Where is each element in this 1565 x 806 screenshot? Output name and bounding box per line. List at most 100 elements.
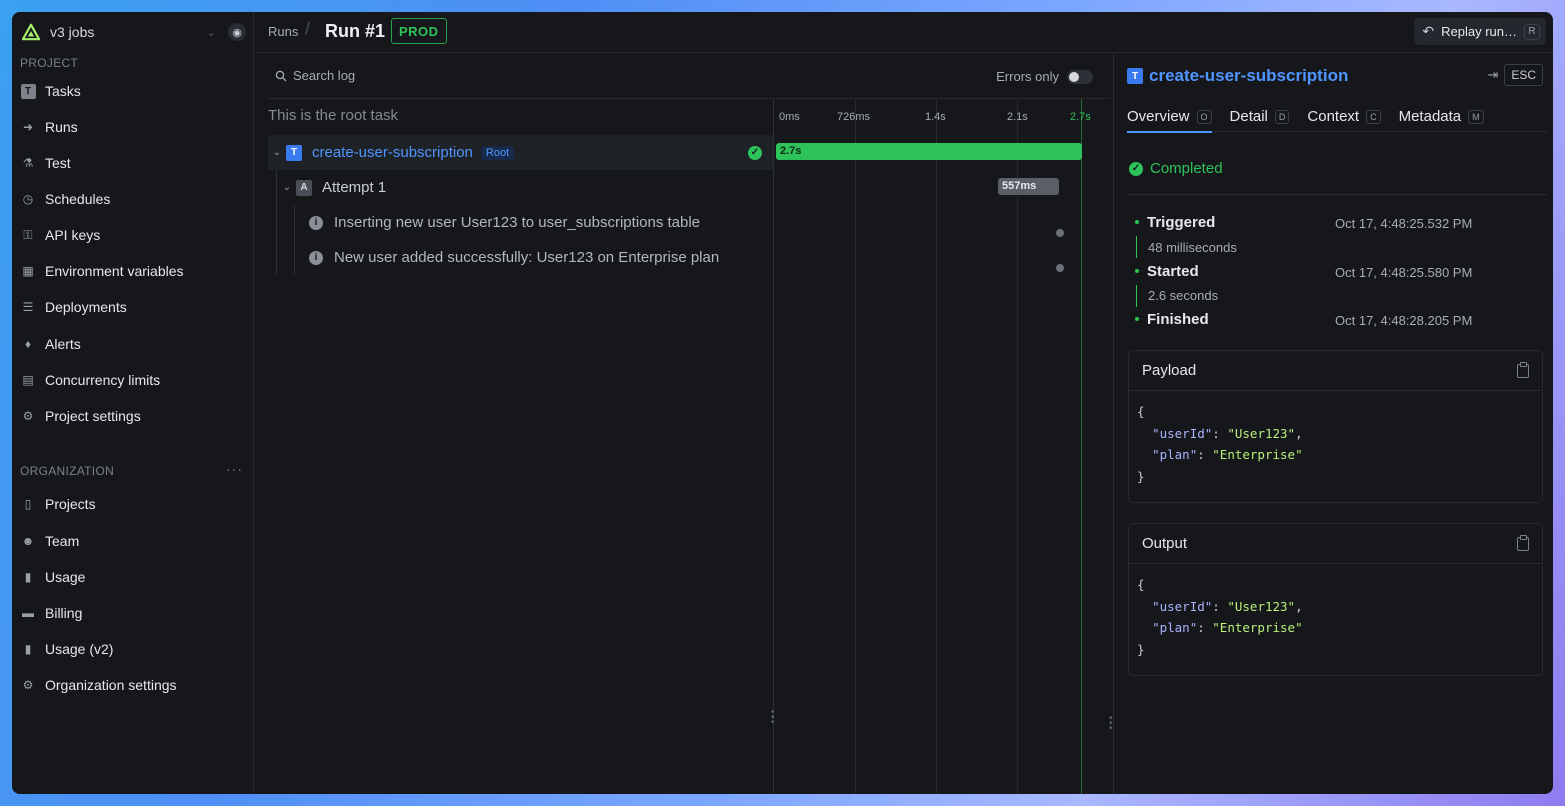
avatar[interactable]: ◉	[228, 23, 246, 41]
resize-handle-icon[interactable]: • • •	[1109, 714, 1113, 734]
env-icon: ▦	[22, 264, 34, 278]
status-badge: ✓ Completed	[1129, 160, 1223, 177]
server-icon: ☰	[22, 300, 34, 314]
environment-badge: PROD	[391, 18, 447, 44]
event-marker[interactable]	[1056, 229, 1064, 237]
sidebar-item-label: Billing	[45, 605, 83, 621]
sidebar-item-label: Tasks	[45, 83, 81, 99]
chevron-down-icon[interactable]: ⌄	[268, 147, 286, 158]
page-title: Run #1	[325, 21, 386, 41]
folder-icon: ▯	[24, 497, 32, 511]
tab-context[interactable]: Context C	[1307, 102, 1381, 132]
tab-label: Overview	[1127, 108, 1190, 125]
json-key: "userId"	[1152, 425, 1213, 441]
root-span-bar[interactable]: 2.7s	[776, 143, 1082, 160]
shortcut-key: ESC	[1504, 64, 1543, 86]
queue-duration: 48 milliseconds	[1148, 240, 1237, 255]
sidebar-item-deployments[interactable]: ☰ Deployments	[20, 294, 246, 320]
toggle-switch[interactable]	[1067, 69, 1093, 84]
tab-metadata[interactable]: Metadata M	[1399, 102, 1484, 132]
json-brace: }	[1137, 468, 1145, 484]
sidebar-item-projects[interactable]: ▯ Projects	[20, 491, 246, 517]
timeline-connector	[1136, 285, 1137, 307]
breadcrumb-separator: /	[305, 19, 311, 39]
sidebar-item-label: Organization settings	[45, 677, 177, 693]
clipboard-icon[interactable]	[1517, 361, 1529, 378]
more-icon[interactable]: ···	[226, 461, 243, 477]
tree-row-attempt[interactable]: ⌄ A Attempt 1	[268, 170, 773, 205]
bell-icon: ♦	[24, 337, 32, 351]
card-icon: ▬	[22, 606, 34, 620]
json-brace: }	[1137, 641, 1145, 657]
json-key: "userId"	[1152, 598, 1213, 614]
chevron-down-icon[interactable]: ⌄	[278, 182, 296, 193]
tree-row-log[interactable]: i New user added successfully: User123 o…	[268, 240, 773, 275]
task-icon: T	[20, 83, 36, 99]
info-icon: i	[309, 250, 323, 265]
tree-row-root[interactable]: ⌄ T create-user-subscription Root ✓	[268, 135, 773, 170]
collapse-icon: ⇥	[1487, 67, 1499, 82]
timeline-gridline	[936, 99, 937, 794]
tab-label: Detail	[1229, 108, 1268, 125]
breadcrumb-runs[interactable]: Runs	[268, 24, 298, 39]
shortcut-key: M	[1468, 109, 1484, 124]
task-icon: T	[286, 144, 302, 161]
sidebar-item-test[interactable]: ⚗ Test	[20, 150, 246, 176]
timeline-connector	[1136, 236, 1137, 258]
search-input[interactable]: Search log	[275, 68, 355, 83]
sidebar-item-usage-v2[interactable]: ▮ Usage (v2)	[20, 636, 246, 662]
sidebar-item-api-keys[interactable]: ⚿ API keys	[20, 222, 246, 248]
resize-handle-icon[interactable]: • • •	[771, 708, 775, 728]
sidebar-item-team[interactable]: ☻ Team	[20, 528, 246, 554]
sidebar-item-billing[interactable]: ▬ Billing	[20, 600, 246, 626]
event-marker[interactable]	[1056, 264, 1064, 272]
output-json: { "userId": "User123", "plan": "Enterpri…	[1137, 577, 1303, 657]
organization-section-label: ORGANIZATION	[20, 464, 115, 478]
detail-panel: T create-user-subscription ⇥ ESC Overvie…	[1115, 54, 1553, 794]
chevron-down-icon: ⌄	[206, 26, 216, 39]
payload-title: Payload	[1142, 362, 1197, 379]
json-value: "Enterprise"	[1212, 620, 1303, 635]
check-icon: ✓	[748, 145, 762, 160]
sidebar-item-project-settings[interactable]: ⚙ Project settings	[20, 403, 246, 429]
sidebar-item-alerts[interactable]: ♦ Alerts	[20, 331, 246, 357]
root-badge: Root	[480, 145, 515, 160]
sidebar-item-label: Concurrency limits	[45, 372, 161, 388]
close-panel-button[interactable]: ⇥ ESC	[1487, 64, 1543, 86]
sidebar-item-concurrency-limits[interactable]: ▤ Concurrency limits	[20, 367, 246, 393]
sidebar-item-runs[interactable]: ➜ Runs	[20, 114, 246, 140]
tab-label: Metadata	[1398, 108, 1462, 125]
workspace-switcher[interactable]: v3 jobs ⌄ ◉	[20, 20, 246, 44]
detail-task-name: create-user-subscription	[1149, 66, 1349, 85]
attempt-label: Attempt 1	[322, 179, 387, 196]
timeline-gridline	[1017, 99, 1018, 794]
json-value: "Enterprise"	[1212, 447, 1303, 462]
sidebar-item-usage[interactable]: ▮ Usage	[20, 564, 246, 590]
sidebar-item-tasks[interactable]: T Tasks	[20, 78, 246, 104]
replay-run-button[interactable]: ↶ Replay run… R	[1414, 18, 1546, 45]
clipboard-icon[interactable]	[1517, 534, 1529, 551]
tree-row-log[interactable]: i Inserting new user User123 to user_sub…	[268, 205, 773, 240]
replay-icon: ↶	[1422, 23, 1435, 39]
sidebar-item-label: Runs	[45, 119, 78, 135]
started-time: Oct 17, 4:48:25.580 PM	[1335, 265, 1473, 280]
json-brace: {	[1137, 404, 1145, 419]
json-brace: {	[1137, 577, 1145, 592]
info-icon: i	[309, 215, 323, 230]
output-title: Output	[1142, 535, 1188, 552]
tab-overview[interactable]: Overview O	[1127, 102, 1212, 133]
output-header: Output	[1129, 524, 1542, 564]
tab-detail[interactable]: Detail D	[1230, 102, 1290, 132]
log-message: New user added successfully: User123 on …	[334, 249, 720, 266]
root-task-name: create-user-subscription	[312, 144, 473, 161]
json-key: "plan"	[1152, 447, 1198, 462]
sidebar-item-label: Usage (v2)	[45, 641, 114, 657]
sidebar-item-organization-settings[interactable]: ⚙ Organization settings	[20, 672, 246, 698]
timeline-dot	[1135, 220, 1139, 224]
sidebar-item-schedules[interactable]: ◷ Schedules	[20, 186, 246, 212]
started-label: Started	[1147, 263, 1199, 280]
attempt-span-bar[interactable]: 557ms	[998, 178, 1059, 195]
sidebar-item-environment-variables[interactable]: ▦ Environment variables	[20, 258, 246, 284]
errors-only-toggle[interactable]: Errors only	[996, 69, 1093, 84]
divider	[1127, 194, 1547, 195]
